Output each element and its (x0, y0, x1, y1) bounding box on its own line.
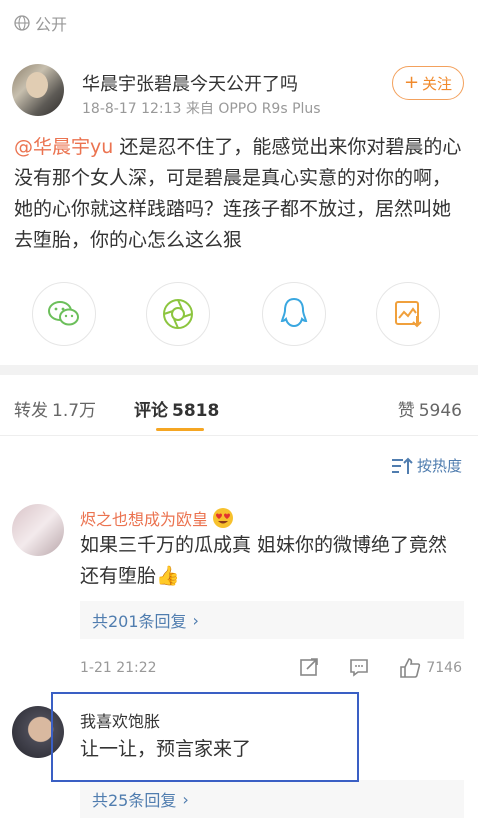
comment-time: 1-21 21:22 (80, 660, 157, 676)
post-header: 华晨宇张碧晨今天公开了吗 18-8-17 12:13 来自 OPPO R9s P… (12, 62, 466, 122)
tab-repost[interactable]: 转发 1.7万 (14, 396, 96, 421)
author-avatar[interactable] (12, 64, 64, 116)
chevron-right-icon: › (192, 610, 199, 630)
comment-like-count: 7146 (426, 660, 462, 676)
visibility-bar: 公开 (0, 0, 478, 44)
view-replies-button[interactable]: 共25条回复 › (80, 780, 464, 818)
post-meta: 18-8-17 12:13 来自 OPPO R9s Plus (82, 101, 321, 117)
visibility-label: 公开 (35, 15, 68, 34)
tab-likes[interactable]: 赞 5946 (398, 396, 462, 421)
post-body: @华晨宇yu 还是忍不住了，能感觉出来你对碧晨的心没有那个女人深，可是碧晨是真心… (14, 132, 466, 256)
share-qq-button[interactable] (262, 282, 326, 346)
save-image-button[interactable] (376, 282, 440, 346)
follow-label: 关注 (422, 74, 453, 93)
tab-likes-count: 5946 (418, 401, 462, 421)
globe-icon (14, 15, 30, 31)
replies-label: 共201条回复 (92, 612, 187, 631)
tab-repost-label: 转发 (14, 401, 48, 421)
heart-eyes-emoji-icon (213, 508, 234, 528)
view-replies-button[interactable]: 共201条回复 › (80, 601, 464, 639)
commenter-name: 烬之也想成为欧皇 (80, 510, 209, 529)
plus-icon: + (403, 72, 420, 93)
tab-comments-count: 5818 (172, 401, 220, 421)
sort-label: 按热度 (416, 457, 462, 475)
sort-icon (391, 457, 413, 474)
moments-icon (163, 299, 193, 329)
tab-repost-count: 1.7万 (52, 401, 97, 421)
section-divider (0, 365, 478, 375)
tab-comments-label: 评论 (134, 401, 168, 421)
follow-button[interactable]: + 关注 (392, 66, 464, 100)
chevron-right-icon: › (182, 789, 189, 809)
tab-likes-label: 赞 (397, 401, 415, 421)
comment-text: 如果三千万的瓜成真 姐妹你的微博绝了竟然还有堕胎👍 (80, 534, 448, 587)
replies-label: 共25条回复 (92, 791, 177, 810)
visibility-indicator: 公开 (14, 11, 67, 35)
share-moments-button[interactable] (146, 282, 210, 346)
comment-footer: 1-21 21:22 7146 (80, 656, 464, 684)
sort-by-hot-button[interactable]: 按热度 (391, 455, 462, 476)
share-wechat-button[interactable] (32, 282, 96, 346)
qq-icon (280, 297, 308, 328)
tab-comments[interactable]: 评论 5818 (134, 396, 219, 421)
wechat-icon (48, 301, 79, 326)
post-tabs: 转发 1.7万 评论 5818 赞 5946 (0, 386, 478, 432)
post-title[interactable]: 华晨宇张碧晨今天公开了吗 (82, 70, 298, 96)
commenter-name-row[interactable]: 烬之也想成为欧皇 (80, 506, 234, 530)
comment-item: 烬之也想成为欧皇 如果三千万的瓜成真 姐妹你的微博绝了竟然还有堕胎👍 共201条… (0, 500, 478, 690)
share-row (0, 282, 478, 354)
active-tab-indicator (156, 428, 204, 431)
thumbs-up-icon[interactable] (398, 656, 422, 680)
commenter-avatar[interactable] (12, 504, 64, 556)
repost-icon[interactable] (298, 656, 320, 678)
tabs-divider (0, 435, 478, 436)
save-image-icon (395, 301, 422, 328)
mention-link[interactable]: @华晨宇yu (14, 136, 113, 158)
highlight-annotation-box (51, 692, 359, 782)
comment-icon[interactable] (348, 656, 370, 678)
